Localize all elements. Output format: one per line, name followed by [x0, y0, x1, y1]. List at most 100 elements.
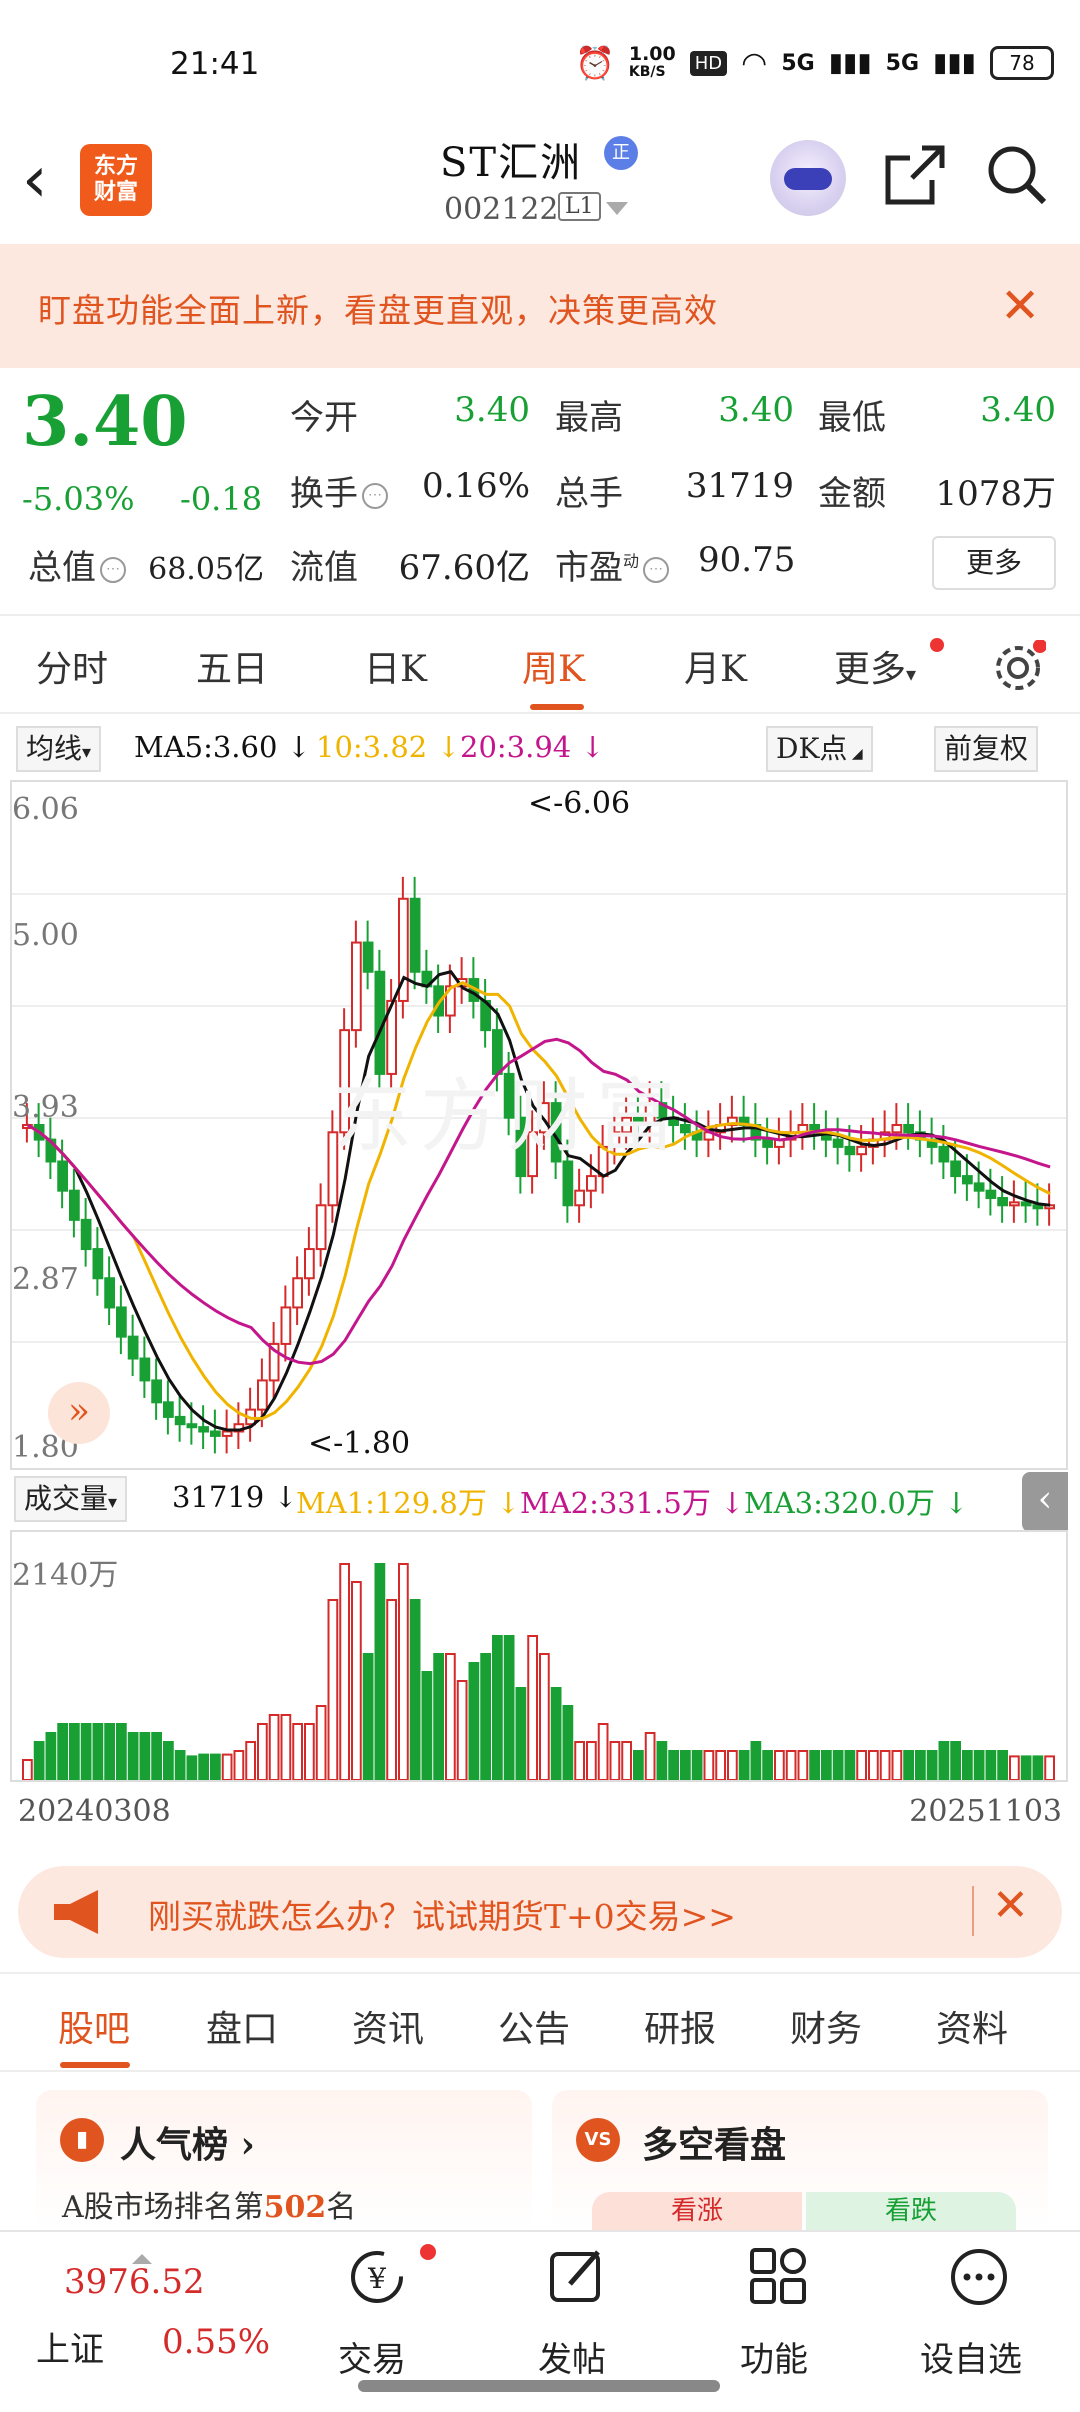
indicator-selector[interactable]: 成交量▾ [14, 1476, 128, 1522]
index-percent[interactable]: 0.55% [162, 2322, 270, 2362]
candle-body [962, 1175, 973, 1185]
more-button[interactable]: 更多 [932, 536, 1056, 590]
level-badge[interactable]: L1 [558, 192, 601, 221]
tab-monthly-k[interactable]: 月K [684, 640, 747, 692]
volume-svg[interactable] [12, 1532, 1066, 1782]
home-indicator[interactable] [358, 2380, 720, 2392]
close-icon[interactable]: ✕ [1000, 278, 1040, 334]
volume-bar [668, 1750, 679, 1781]
candle-body [503, 1072, 515, 1119]
back-button[interactable]: ‹ [22, 148, 48, 212]
tab-announcement[interactable]: 公告 [498, 2000, 570, 2052]
chevron-down-icon[interactable] [606, 202, 628, 215]
ma-selector[interactable]: 均线▾ [16, 726, 102, 772]
tab-five-day[interactable]: 五日 [196, 640, 268, 692]
chevron-down-icon: ▾ [906, 662, 917, 686]
info-icon: ⋯ [100, 557, 126, 583]
dk-point-button[interactable]: DK点 ◢ [766, 726, 873, 772]
expand-left-icon[interactable]: » [48, 1382, 110, 1444]
candle-body [609, 1131, 621, 1148]
candle-body [292, 1277, 303, 1309]
settings-gear-icon[interactable] [990, 640, 1046, 696]
volume-bar [1044, 1755, 1055, 1781]
tab-guba[interactable]: 股吧 [58, 2000, 130, 2052]
stock-name[interactable]: ST汇洲 [440, 130, 582, 188]
tab-intraday[interactable]: 分时 [36, 640, 108, 692]
collapse-panel-icon[interactable]: ‹ [1022, 1472, 1068, 1532]
stock-code[interactable]: 002122 [444, 192, 559, 227]
candle-body [139, 1357, 151, 1382]
pe-label[interactable]: 市盈动 ⋯ [555, 540, 670, 589]
volume-bar [727, 1750, 738, 1781]
tab-daily-k[interactable]: 日K [364, 640, 427, 692]
tab-pankou[interactable]: 盘口 [206, 2000, 278, 2052]
tab-finance[interactable]: 财务 [790, 2000, 862, 2052]
share-icon[interactable] [882, 142, 948, 208]
bull-bear-card[interactable]: VS 多空看盘 看涨 看跌 [552, 2090, 1048, 2230]
amount-label: 金额 [818, 474, 886, 514]
bull-bear-title[interactable]: 多空看盘 [642, 2116, 786, 2168]
net-speed: 1.00 KB/S [628, 43, 676, 81]
promo-text[interactable]: 刚买就跌怎么办？试试期货T+0交易>> [148, 1890, 736, 1938]
change-amount: -0.18 [180, 480, 263, 518]
nav-function[interactable]: 功能 [740, 2332, 808, 2381]
hd-icon: HD [689, 50, 728, 76]
ma-line-0 [27, 970, 1051, 1432]
volume-bar [762, 1750, 773, 1781]
ma-line-1 [27, 981, 1051, 1420]
volume-bar [503, 1635, 515, 1781]
bull-button[interactable]: 看涨 [592, 2192, 802, 2230]
more-dots-icon[interactable] [948, 2246, 1010, 2308]
volume-bar [832, 1750, 844, 1781]
index-name[interactable]: 上证 [36, 2322, 104, 2371]
tab-weekly-k[interactable]: 周K [522, 640, 585, 692]
volume-bar [304, 1723, 315, 1781]
tab-research[interactable]: 研报 [644, 2000, 716, 2052]
kline-chart[interactable]: 6.06 5.00 3.93 2.87 1.80 <-6.06 <-1.80 东… [10, 780, 1068, 1470]
candle-body [186, 1423, 198, 1429]
nav-trade[interactable]: 交易 [338, 2332, 406, 2381]
candle-body [985, 1189, 997, 1199]
candle-body [409, 897, 421, 973]
nav-post[interactable]: 发帖 [538, 2332, 606, 2381]
verified-badge-icon: 正 [604, 136, 638, 170]
high-value: 3.40 [718, 390, 794, 430]
kline-svg[interactable] [12, 782, 1066, 1468]
candle-body [1020, 1201, 1032, 1207]
bear-button[interactable]: 看跌 [806, 2192, 1016, 2230]
index-value[interactable]: 3976.52 [64, 2262, 205, 2302]
popularity-card[interactable]: ▮ 人气榜 › A股市场排名第502名 [36, 2090, 532, 2230]
volume-bar [903, 1750, 914, 1781]
volume-bar [245, 1741, 256, 1781]
search-icon[interactable] [984, 142, 1050, 208]
volume-bar [327, 1599, 339, 1781]
tab-news[interactable]: 资讯 [352, 2000, 424, 2052]
candle-body [973, 1182, 985, 1192]
ma10-readout: 10:3.82 ↓ [316, 730, 461, 764]
grid-function-icon[interactable] [748, 2246, 808, 2306]
edit-post-icon[interactable] [546, 2246, 608, 2308]
tab-profile[interactable]: 资料 [936, 2000, 1008, 2052]
trade-icon[interactable]: ¥ [344, 2244, 410, 2310]
status-icons: ⏰ 1.00 KB/S HD ◠ 5G ▮▮▮ 5G ▮▮▮ 78 [575, 44, 1054, 82]
signal-5g-2: 5G [885, 50, 920, 76]
mktcap-label[interactable]: 总值 ⋯ [28, 540, 126, 589]
adjust-selector[interactable]: 前复权 [934, 726, 1039, 772]
candle-body [104, 1277, 115, 1309]
high-label: 最高 [555, 398, 623, 438]
volume-bar [398, 1563, 409, 1781]
turnover-label[interactable]: 换手 ⋯ [290, 466, 388, 515]
ai-assistant-icon[interactable] [770, 140, 846, 216]
nav-add-watchlist[interactable]: 设自选 [920, 2332, 1022, 2381]
notice-text[interactable]: 盯盘功能全面上新，看盘更直观，决策更高效 [38, 284, 718, 332]
volume-bar [597, 1723, 609, 1781]
popularity-title[interactable]: 人气榜 › [120, 2116, 255, 2168]
promo-banner[interactable]: 刚买就跌怎么办？试试期货T+0交易>> ✕ [18, 1866, 1062, 1958]
volume-bar [116, 1723, 127, 1781]
close-icon[interactable]: ✕ [992, 1880, 1029, 1931]
volume-chart[interactable]: 2140万 [10, 1530, 1068, 1782]
app-logo[interactable]: 东方 财富 [80, 144, 152, 216]
low-label: 最低 [818, 398, 886, 438]
notice-banner[interactable]: 盯盘功能全面上新，看盘更直观，决策更高效 ✕ [0, 244, 1080, 368]
tab-more[interactable]: 更多▾ [834, 638, 944, 692]
